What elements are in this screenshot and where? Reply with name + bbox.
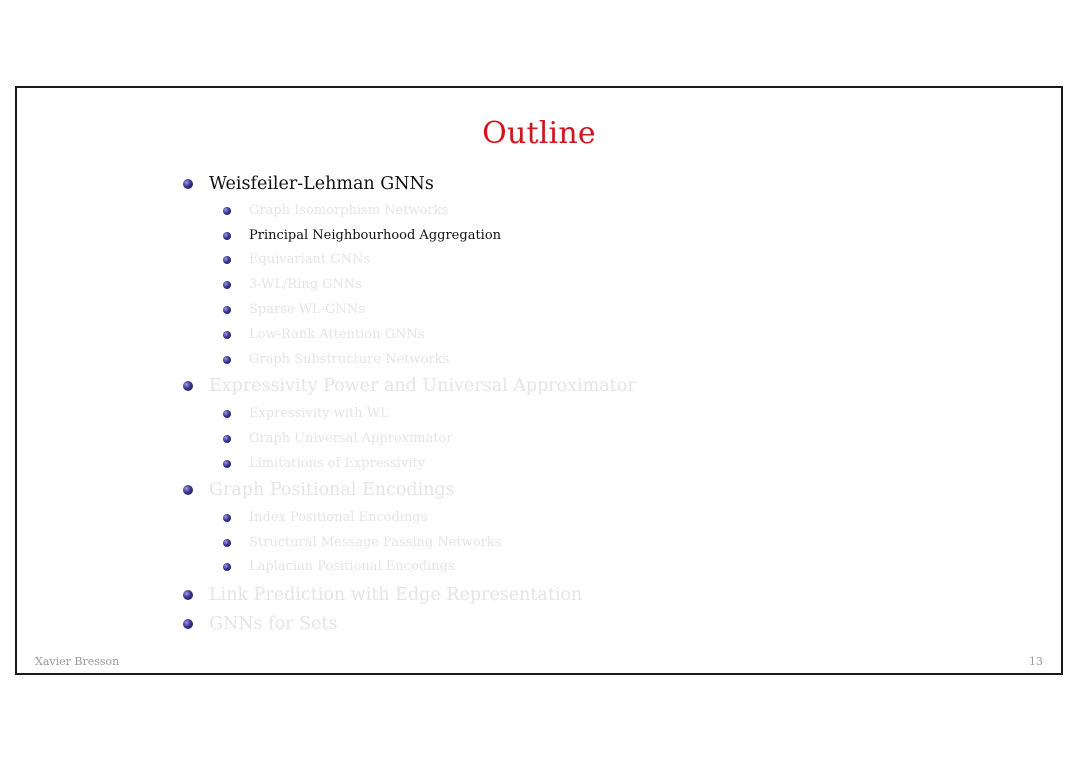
outline-item-label: Low-Rank Attention GNNs [249, 327, 425, 342]
sphere-bullet-icon [223, 538, 231, 547]
sphere-bullet-icon [183, 485, 193, 495]
outline-subitem-3wl-ring: 3-WL/Ring GNNs [223, 277, 362, 292]
sphere-bullet-icon [223, 206, 231, 215]
outline-item-label: Laplacian Positional Encodings [249, 559, 455, 574]
outline-section-link-prediction: Link Prediction with Edge Representation [183, 585, 582, 605]
outline-item-label: Sparse WL-GNNs [249, 302, 365, 317]
outline-section-positional-encodings: Graph Positional Encodings [183, 480, 455, 500]
outline-section-gnns-for-sets: GNNs for Sets [183, 614, 337, 634]
sphere-bullet-icon [223, 280, 231, 289]
outline-item-label: Weisfeiler-Lehman GNNs [209, 174, 434, 194]
outline-subitem-limitations: Limitations of Expressivity [223, 456, 425, 471]
outline-subitem-low-rank: Low-Rank Attention GNNs [223, 327, 424, 342]
outline-item-label: Graph Universal Approximator [249, 431, 453, 446]
sphere-bullet-icon [183, 381, 193, 391]
outline-item-label: Graph Isomorphism Networks [249, 203, 449, 218]
outline-subitem-sparse-wl: Sparse WL-GNNs [223, 302, 365, 317]
outline-subitem-gin: Graph Isomorphism Networks [223, 203, 448, 218]
outline-item-label: Expressivity with WL [249, 406, 389, 421]
sphere-bullet-icon [183, 619, 193, 629]
outline-subitem-universal-approx: Graph Universal Approximator [223, 431, 453, 446]
outline-item-label: Graph Positional Encodings [209, 480, 455, 500]
outline-subitem-substructure: Graph Substructure Networks [223, 352, 449, 367]
outline-subitem-laplacian-pe: Laplacian Positional Encodings [223, 559, 455, 574]
outline-section-expressivity: Expressivity Power and Universal Approxi… [183, 376, 636, 396]
outline-item-label: Principal Neighbourhood Aggregation [249, 228, 502, 243]
slide-frame: Outline Weisfeiler-Lehman GNNs Graph Iso… [15, 86, 1063, 675]
sphere-bullet-icon [223, 255, 231, 264]
sphere-bullet-icon [223, 409, 231, 418]
sphere-bullet-icon [223, 434, 231, 443]
outline-subitem-smp: Structural Message Passing Networks [223, 535, 501, 550]
outline-subitem-index-pe: Index Positional Encodings [223, 510, 427, 525]
outline-item-label: GNNs for Sets [209, 614, 338, 634]
outline-subitem-equivariant: Equivariant GNNs [223, 252, 370, 267]
outline-section-weisfeiler-lehman: Weisfeiler-Lehman GNNs [183, 174, 434, 194]
sphere-bullet-icon [223, 330, 231, 339]
sphere-bullet-icon [223, 355, 231, 364]
outline-item-label: Limitations of Expressivity [249, 456, 426, 471]
slide-title: Outline [482, 116, 596, 151]
outline-item-label: Graph Substructure Networks [249, 352, 450, 367]
sphere-bullet-icon [223, 513, 231, 522]
sphere-bullet-icon [223, 459, 231, 468]
outline-item-label: Equivariant GNNs [249, 252, 371, 267]
outline-item-label: Expressivity Power and Universal Approxi… [209, 376, 636, 396]
outline-item-label: 3-WL/Ring GNNs [249, 277, 362, 292]
sphere-bullet-icon [183, 590, 193, 600]
footer-page-number: 13 [1029, 655, 1043, 668]
sphere-bullet-icon [183, 179, 193, 189]
sphere-bullet-icon [223, 305, 231, 314]
sphere-bullet-icon [223, 231, 231, 240]
outline-subitem-expressivity-wl: Expressivity with WL [223, 406, 389, 421]
outline-item-label: Structural Message Passing Networks [249, 535, 502, 550]
outline-item-label: Index Positional Encodings [249, 510, 428, 525]
sphere-bullet-icon [223, 562, 231, 571]
footer-author: Xavier Bresson [35, 655, 120, 668]
outline-item-label: Link Prediction with Edge Representation [209, 585, 583, 605]
outline-subitem-pna: Principal Neighbourhood Aggregation [223, 228, 501, 243]
